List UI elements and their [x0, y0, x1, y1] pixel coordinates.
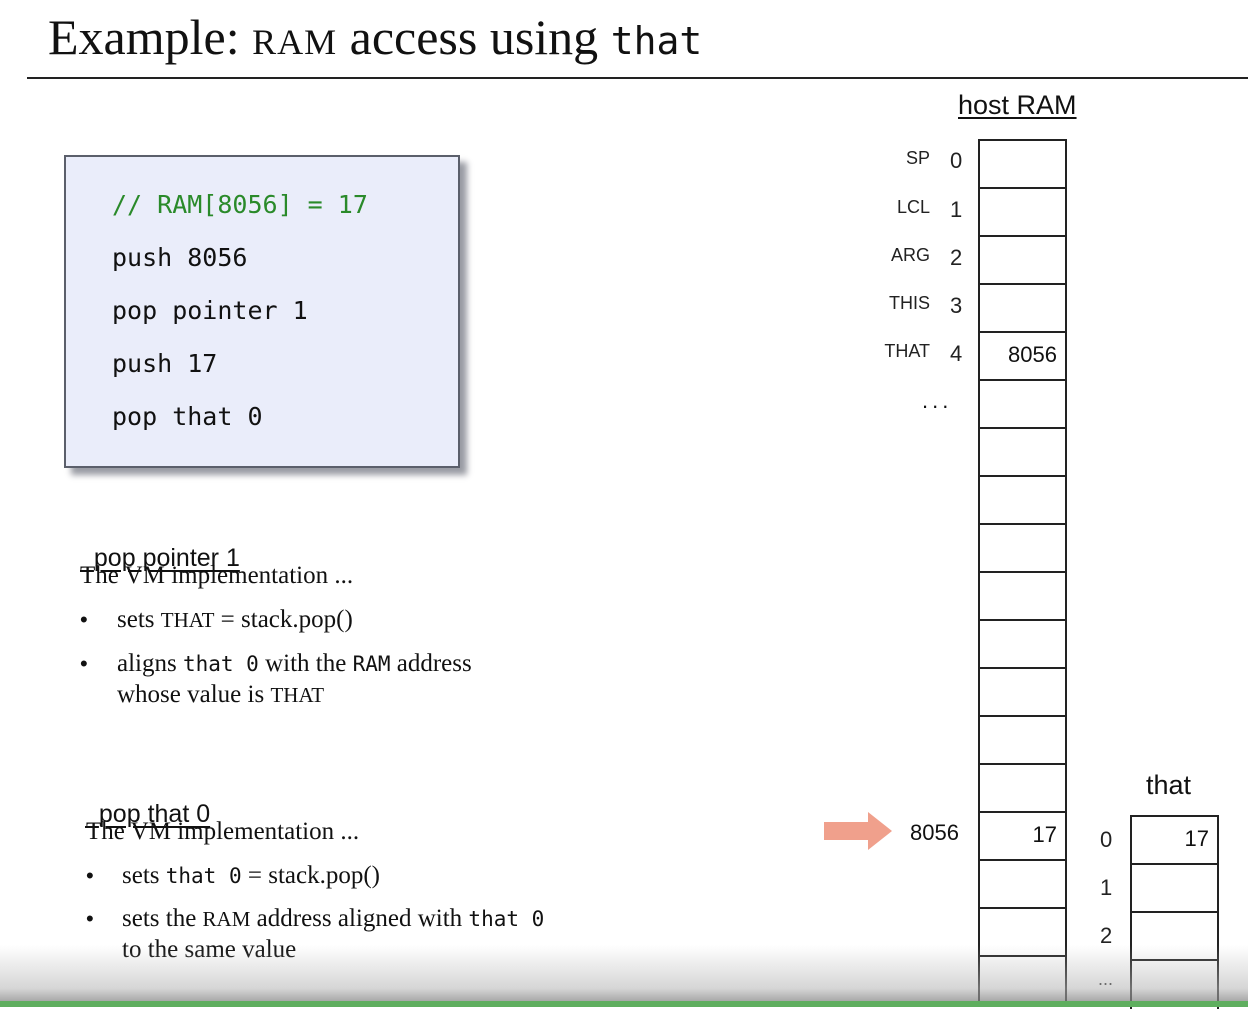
- bullet-dot: •: [80, 607, 88, 632]
- register-index: 3: [950, 293, 963, 318]
- ram-cell-value: 8056: [1008, 342, 1057, 367]
- ram-cell-value: 17: [1032, 822, 1057, 847]
- title-code: that: [610, 19, 703, 63]
- section1-bullet1: sets THAT = stack.pop(): [117, 606, 353, 633]
- code-line: push 8056: [112, 243, 248, 272]
- register-index: 2: [950, 245, 963, 270]
- ram-cell: [978, 379, 1067, 429]
- video-progress-bar[interactable]: [0, 1001, 1248, 1007]
- bullet-dot: •: [86, 863, 94, 888]
- that-cell: [1130, 863, 1219, 913]
- register-label-that: THAT: [884, 341, 930, 361]
- code-line: pop that 0: [112, 402, 263, 431]
- register-label-sp: SP: [905, 148, 930, 168]
- register-index: 4: [950, 341, 963, 366]
- title-middle: access using: [349, 9, 599, 65]
- register-index: 0: [950, 148, 963, 173]
- that-cell: 17: [1130, 815, 1219, 865]
- ram-cell: [978, 187, 1067, 237]
- ram-cell: [978, 283, 1067, 333]
- section1-bullet2-line2: whose value is THAT: [117, 681, 325, 708]
- slide-title: Example: RAM access using that: [48, 4, 702, 75]
- ram-cell: [978, 475, 1067, 525]
- title-prefix: Example:: [48, 9, 240, 65]
- code-line: pop pointer 1: [112, 296, 308, 325]
- title-ram: RAM: [252, 22, 338, 62]
- section2-bullet1: sets that 0 = stack.pop(): [122, 862, 380, 889]
- code-comment: // RAM[8056] = 17: [112, 190, 368, 219]
- code-line: push 17: [112, 349, 218, 378]
- register-label-lcl: LCL: [896, 197, 930, 217]
- video-bottom-gradient: [0, 945, 1248, 1007]
- ram-cell: [978, 667, 1067, 717]
- that-segment-label: that: [1146, 770, 1192, 800]
- bullet-dot: •: [86, 906, 94, 931]
- ram-cell: [978, 235, 1067, 285]
- register-label-this: THIS: [888, 293, 930, 313]
- arrow-right-icon: [824, 812, 892, 850]
- ram-address-label: 8056: [910, 820, 959, 845]
- register-index: 1: [950, 197, 963, 222]
- ram-cell: [978, 763, 1067, 813]
- ram-cell-8056: 17: [978, 811, 1067, 861]
- bullet-dot: •: [80, 651, 88, 676]
- code-box: // RAM[8056] = 17 push 8056 pop pointer …: [64, 155, 460, 468]
- ram-cell: [978, 427, 1067, 477]
- ram-cell: [978, 523, 1067, 573]
- ram-ellipsis: ...: [922, 388, 953, 413]
- register-label-arg: ARG: [890, 245, 930, 265]
- ram-cell-that: 8056: [978, 331, 1067, 381]
- ram-cell: [978, 139, 1067, 189]
- ram-cell: [978, 859, 1067, 909]
- section1-bullet2: aligns that 0 with the RAM address: [117, 650, 472, 677]
- that-index: 0: [1100, 827, 1113, 852]
- host-ram-label: host RAM: [958, 90, 1077, 120]
- ram-cell: [978, 571, 1067, 621]
- host-ram-column: 8056 17: [978, 139, 1067, 1009]
- section1-intro: The VM implementation ...: [80, 562, 354, 589]
- title-divider: [27, 77, 1248, 79]
- that-index: 1: [1100, 875, 1113, 900]
- ram-cell: [978, 619, 1067, 669]
- that-cell-value: 17: [1184, 826, 1209, 851]
- section2-intro: The VM implementation ...: [86, 818, 360, 845]
- section2-bullet2: sets the RAM address aligned with that 0: [122, 905, 545, 932]
- ram-cell: [978, 715, 1067, 765]
